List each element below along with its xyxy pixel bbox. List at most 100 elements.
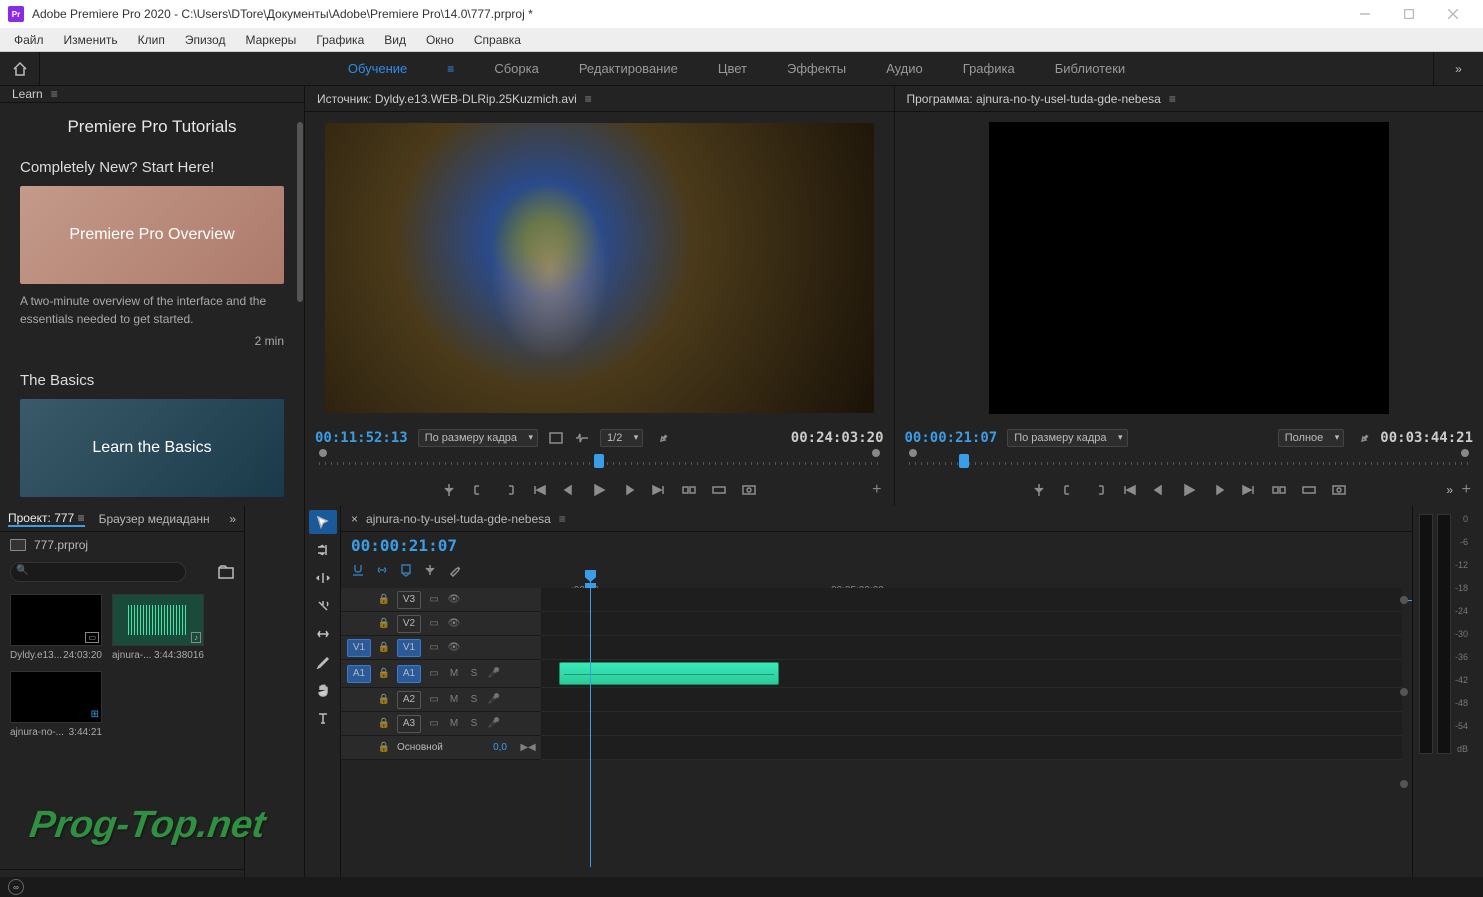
workspace-tab-assembly[interactable]: Сборка <box>494 61 539 76</box>
track-header-row[interactable]: V1 🔒 V1 ▭ 👁 <box>341 636 541 660</box>
learn-scrollbar[interactable] <box>296 112 304 506</box>
mic-icon[interactable]: 🎤 <box>487 693 501 707</box>
selection-tool[interactable] <box>309 510 337 534</box>
go-to-in-icon[interactable] <box>1091 482 1107 498</box>
track-lane-v1[interactable] <box>541 636 1402 660</box>
add-marker-icon[interactable] <box>399 563 413 577</box>
lock-icon[interactable]: 🔒 <box>377 693 391 707</box>
track-lane-v2[interactable] <box>541 612 1402 636</box>
timeline-playhead-line[interactable] <box>590 572 591 867</box>
step-fwd-icon[interactable] <box>1241 482 1257 498</box>
lift-icon[interactable] <box>1271 482 1287 498</box>
solo-button[interactable]: S <box>467 693 481 707</box>
expand-icon[interactable]: ▶◀ <box>521 741 535 755</box>
button-editor-icon[interactable]: + <box>1462 481 1471 499</box>
track-lane-v3[interactable] <box>541 588 1402 612</box>
drag-audio-icon[interactable] <box>574 430 590 446</box>
window-maximize-button[interactable] <box>1387 0 1431 28</box>
export-frame-icon[interactable] <box>1331 482 1347 498</box>
master-value[interactable]: 0,0 <box>493 742 507 753</box>
pen-tool[interactable] <box>309 650 337 674</box>
panel-menu-icon[interactable]: ≡ <box>585 92 592 106</box>
workspace-tab-menu-icon[interactable]: ≡ <box>447 62 454 76</box>
lock-icon[interactable]: 🔒 <box>377 641 391 655</box>
media-browser-tab[interactable]: Браузер медиаданн <box>99 512 210 526</box>
program-video-display[interactable] <box>989 122 1389 414</box>
settings-icon[interactable] <box>1354 430 1370 446</box>
play-icon[interactable] <box>591 482 607 498</box>
solo-button[interactable]: S <box>467 667 481 681</box>
snap-icon[interactable] <box>351 563 365 577</box>
vscroll-handle[interactable] <box>1400 596 1408 604</box>
source-fit-dropdown[interactable]: По размеру кадра <box>418 429 538 447</box>
track-lane-a2[interactable] <box>541 688 1402 712</box>
toggle-output-icon[interactable]: ▭ <box>427 717 441 731</box>
frame-fwd-icon[interactable] <box>621 482 637 498</box>
overwrite-icon[interactable] <box>711 482 727 498</box>
slip-tool[interactable] <box>309 622 337 646</box>
source-video-display[interactable] <box>325 123 874 413</box>
workspace-tab-editing[interactable]: Редактирование <box>579 61 678 76</box>
go-to-in-icon[interactable] <box>501 482 517 498</box>
eye-icon[interactable]: 👁 <box>447 641 461 655</box>
workspace-overflow-button[interactable]: » <box>1433 52 1483 85</box>
mark-out-icon[interactable] <box>471 482 487 498</box>
source-scrubber[interactable] <box>319 452 880 474</box>
track-header-row[interactable]: 🔒 V3 ▭ 👁 <box>341 588 541 612</box>
linked-selection-icon[interactable] <box>375 563 389 577</box>
razor-tool[interactable] <box>309 594 337 618</box>
panel-menu-icon[interactable]: ≡ <box>51 87 58 101</box>
audio-clip[interactable] <box>559 662 779 685</box>
mark-in-icon[interactable] <box>441 482 457 498</box>
mute-button[interactable]: M <box>447 667 461 681</box>
toggle-output-icon[interactable]: ▭ <box>427 617 441 631</box>
source-patch-a1[interactable]: A1 <box>347 665 371 683</box>
panel-overflow-icon[interactable]: » <box>229 512 236 526</box>
scrubber-handle-left[interactable] <box>909 449 917 457</box>
wrench-icon[interactable] <box>447 563 461 577</box>
program-timecode-in[interactable]: 00:00:21:07 <box>905 430 998 446</box>
mute-button[interactable]: M <box>447 717 461 731</box>
export-frame-icon[interactable] <box>741 482 757 498</box>
toggle-output-icon[interactable]: ▭ <box>427 641 441 655</box>
sequence-tab[interactable]: ajnura-no-ty-usel-tuda-gde-nebesa <box>366 512 551 526</box>
panel-menu-icon[interactable]: ≡ <box>1169 92 1176 106</box>
tutorial-card[interactable]: Learn the Basics Four interactive tutori… <box>20 399 284 506</box>
panel-menu-icon[interactable]: ≡ <box>559 512 566 526</box>
window-close-button[interactable] <box>1431 0 1475 28</box>
toggle-output-icon[interactable]: ▭ <box>427 667 441 681</box>
frame-back-icon[interactable] <box>1151 482 1167 498</box>
toggle-output-icon[interactable]: ▭ <box>427 593 441 607</box>
insert-icon[interactable] <box>681 482 697 498</box>
settings-icon[interactable] <box>653 430 669 446</box>
mute-button[interactable]: M <box>447 693 461 707</box>
mic-icon[interactable]: 🎤 <box>487 717 501 731</box>
track-label[interactable]: V3 <box>397 591 421 609</box>
timeline-tracks[interactable] <box>541 588 1402 867</box>
menu-file[interactable]: Файл <box>4 29 54 51</box>
program-fit-dropdown[interactable]: По размеру кадра <box>1007 429 1127 447</box>
source-panel-tab[interactable]: Источник: Dyldy.e13.WEB-DLRip.25Kuzmich.… <box>305 86 894 112</box>
overflow-icon[interactable]: » <box>1446 483 1453 497</box>
project-item[interactable]: ▭ Dyldy.e13...24:03:20 <box>10 594 102 661</box>
vscroll-handle[interactable] <box>1400 688 1408 696</box>
home-button[interactable] <box>0 52 40 86</box>
eye-icon[interactable]: 👁 <box>447 617 461 631</box>
timeline-display-icon[interactable] <box>423 563 437 577</box>
frame-fwd-icon[interactable] <box>1211 482 1227 498</box>
tutorial-card[interactable]: Premiere Pro Overview A two-minute overv… <box>20 186 284 348</box>
button-editor-icon[interactable]: + <box>872 481 881 499</box>
track-header-row[interactable]: 🔒 V2 ▭ 👁 <box>341 612 541 636</box>
track-lane-a3[interactable] <box>541 712 1402 736</box>
track-header-row[interactable]: A1 🔒 A1 ▭ M S 🎤 <box>341 660 541 688</box>
lock-icon[interactable]: 🔒 <box>377 741 391 755</box>
toggle-output-icon[interactable]: ▭ <box>427 693 441 707</box>
menu-markers[interactable]: Маркеры <box>235 29 306 51</box>
track-header-row[interactable]: 🔒 A3 ▭ M S 🎤 <box>341 712 541 736</box>
step-fwd-icon[interactable] <box>651 482 667 498</box>
source-patch-v1[interactable]: V1 <box>347 639 371 657</box>
project-search-input[interactable] <box>10 562 186 582</box>
menu-help[interactable]: Справка <box>464 29 531 51</box>
playhead-marker[interactable] <box>959 454 969 468</box>
new-bin-icon[interactable] <box>218 565 234 579</box>
